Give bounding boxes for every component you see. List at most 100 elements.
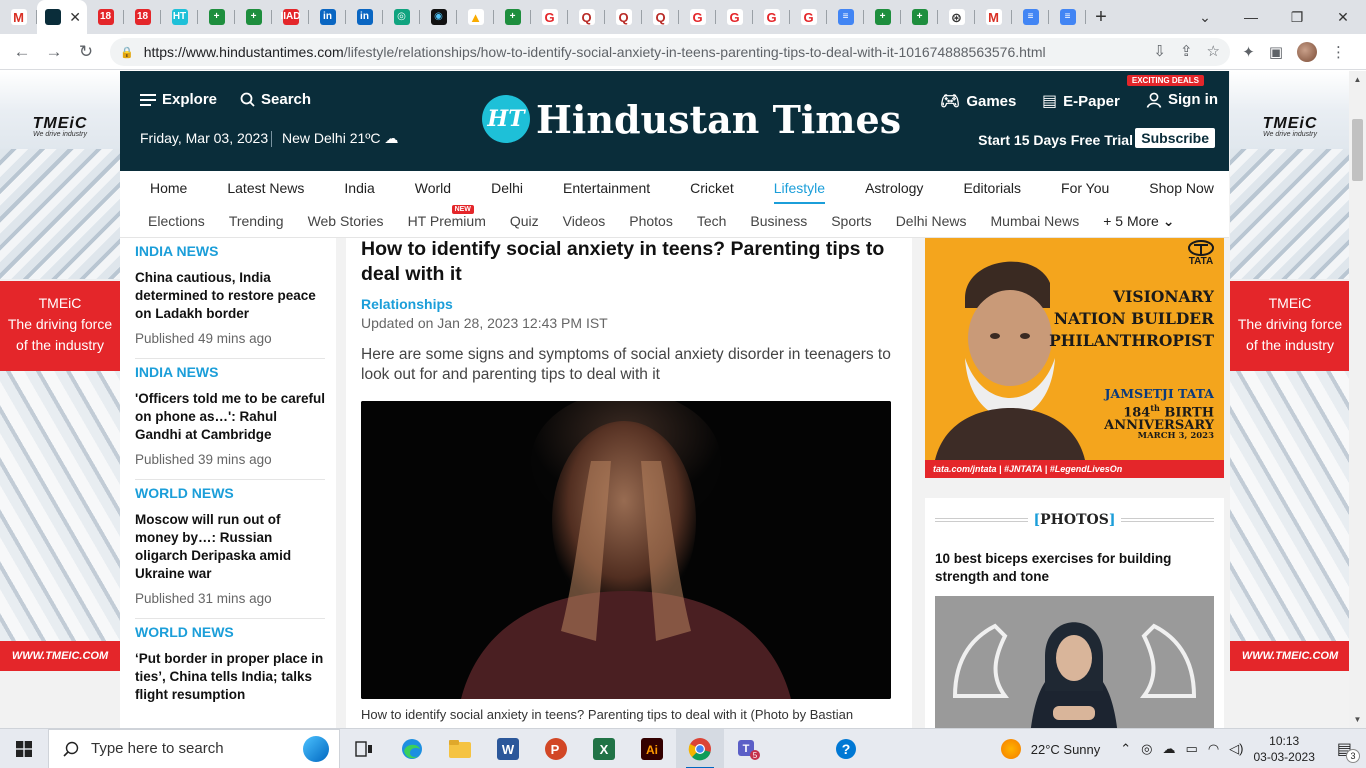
illustrator-icon[interactable]: Ai	[628, 729, 676, 768]
task-view-icon[interactable]	[340, 729, 388, 768]
side-panel-icon[interactable]: ▣	[1269, 43, 1283, 61]
nav-item-india[interactable]: India	[344, 180, 374, 196]
browser-tab[interactable]: Q	[568, 0, 605, 34]
browser-tab[interactable]: ▲	[457, 0, 494, 34]
chrome-icon[interactable]	[676, 728, 724, 768]
browser-tab[interactable]: G	[790, 0, 827, 34]
nav-item-delhi[interactable]: Delhi	[491, 180, 523, 196]
subnav-item-videos[interactable]: Videos	[563, 213, 606, 229]
powerpoint-icon[interactable]: P	[532, 729, 580, 768]
games-link[interactable]: 🎮︎ Games	[940, 91, 1016, 111]
weather-text[interactable]: 22°C Sunny	[1031, 742, 1101, 757]
browser-tab[interactable]: +	[864, 0, 901, 34]
wifi-icon[interactable]: ◠	[1208, 741, 1219, 757]
clock[interactable]: 10:13 03-03-2023	[1253, 733, 1314, 765]
browser-tab[interactable]: +	[494, 0, 531, 34]
minimize-icon[interactable]: —	[1228, 0, 1274, 34]
browser-tab[interactable]: M	[975, 0, 1012, 34]
subnav-item-quiz[interactable]: Quiz	[510, 213, 539, 229]
photo-story-image[interactable]	[935, 596, 1214, 728]
close-tab-icon[interactable]: ✕	[69, 9, 81, 26]
onedrive-icon[interactable]: ☁	[1163, 741, 1176, 757]
extensions-puzzle-icon[interactable]: ✦	[1242, 43, 1255, 61]
browser-tab[interactable]: M	[0, 0, 37, 34]
tray-overflow-icon[interactable]: ⌃	[1120, 741, 1131, 757]
side-ad-right[interactable]: TMEiC We drive industry TMEiC The drivin…	[1230, 71, 1350, 671]
more-nav-button[interactable]: + 5 More ⌄	[1103, 213, 1174, 230]
browser-tab[interactable]: +	[198, 0, 235, 34]
epaper-link[interactable]: ▤ E-Paper	[1042, 91, 1120, 111]
nav-item-world[interactable]: World	[415, 180, 451, 196]
article-section-link[interactable]: Relationships	[361, 296, 897, 312]
subnav-item-delhi-news[interactable]: Delhi News	[896, 213, 967, 229]
forward-icon[interactable]: →	[38, 42, 70, 62]
bookmark-star-icon[interactable]: ☆	[1207, 42, 1220, 60]
subnav-item-tech[interactable]: Tech	[697, 213, 727, 229]
restore-icon[interactable]: ❐	[1274, 0, 1320, 34]
meet-now-icon[interactable]: ◎	[1141, 741, 1152, 757]
browser-tab[interactable]: Q	[642, 0, 679, 34]
nav-item-editorials[interactable]: Editorials	[963, 180, 1021, 196]
browser-tab[interactable]: ≡	[827, 0, 864, 34]
browser-tab[interactable]: G	[716, 0, 753, 34]
file-explorer-icon[interactable]	[436, 729, 484, 768]
news-category[interactable]: WORLD NEWS	[135, 624, 325, 640]
news-list-item[interactable]: WORLD NEWS ‘Put border in proper place in…	[135, 619, 325, 724]
subnav-item-web-stories[interactable]: Web Stories	[308, 213, 384, 229]
chrome-menu-icon[interactable]: ⋮	[1331, 43, 1346, 61]
browser-tab[interactable]: HT	[161, 0, 198, 34]
url-field[interactable]: 🔒 https://www.hindustantimes.com/lifesty…	[110, 38, 1230, 66]
news-category[interactable]: INDIA NEWS	[135, 243, 325, 259]
page-scrollbar[interactable]: ▲ ▼	[1349, 71, 1366, 728]
site-logo[interactable]: HT Hindustan Times	[482, 95, 901, 143]
browser-tab[interactable]: ◎	[383, 0, 420, 34]
close-window-icon[interactable]: ✕	[1320, 0, 1366, 34]
nav-item-home[interactable]: Home	[150, 180, 187, 196]
news-category[interactable]: WORLD NEWS	[135, 485, 325, 501]
bing-icon[interactable]	[303, 735, 329, 762]
back-icon[interactable]: ←	[6, 42, 38, 62]
subnav-item-mumbai-news[interactable]: Mumbai News	[991, 213, 1080, 229]
news-title[interactable]: China cautious, India determined to rest…	[135, 269, 325, 323]
explore-button[interactable]: Explore	[140, 91, 217, 108]
browser-tab[interactable]: G	[753, 0, 790, 34]
weather-sun-icon[interactable]	[1000, 739, 1021, 759]
nav-item-shop-now[interactable]: Shop Now	[1149, 180, 1214, 196]
news-list-item[interactable]: WORLD NEWS Moscow will run out of money b…	[135, 480, 325, 619]
scrollbar-thumb[interactable]	[1352, 119, 1363, 181]
nav-item-for-you[interactable]: For You	[1061, 180, 1109, 196]
browser-tab[interactable]: 18	[124, 0, 161, 34]
reload-icon[interactable]: ↻	[70, 42, 102, 62]
notifications-icon[interactable]: ▤ 3	[1337, 739, 1360, 763]
browser-tab[interactable]: 18	[87, 0, 124, 34]
subnav-item-trending[interactable]: Trending	[229, 213, 284, 229]
subscribe-button[interactable]: Subscribe	[1135, 128, 1215, 148]
excel-icon[interactable]: X	[580, 729, 628, 768]
help-icon[interactable]: ?	[822, 729, 870, 768]
nav-item-astrology[interactable]: Astrology	[865, 180, 923, 196]
subnav-item-business[interactable]: Business	[750, 213, 807, 229]
news-list-item[interactable]: INDIA NEWS China cautious, India determin…	[135, 238, 325, 359]
browser-tab[interactable]: in	[346, 0, 383, 34]
edge-icon[interactable]	[388, 729, 436, 768]
word-icon[interactable]: W	[484, 729, 532, 768]
nav-item-lifestyle[interactable]: Lifestyle	[773, 180, 826, 204]
scroll-down-icon[interactable]: ▼	[1349, 711, 1366, 728]
side-ad-left[interactable]: TMEiC We drive industry TMEiC The drivin…	[0, 71, 120, 671]
browser-tab[interactable]: G	[679, 0, 716, 34]
subnav-item-photos[interactable]: Photos	[629, 213, 673, 229]
browser-tab[interactable]: ◉	[420, 0, 457, 34]
subnav-item-sports[interactable]: Sports	[831, 213, 871, 229]
battery-icon[interactable]: ▭	[1186, 741, 1198, 757]
news-category[interactable]: INDIA NEWS	[135, 364, 325, 380]
browser-tab[interactable]: +	[235, 0, 272, 34]
browser-tab[interactable]: IIAD	[272, 0, 309, 34]
profile-avatar[interactable]	[1297, 42, 1317, 62]
nav-item-latest-news[interactable]: Latest News	[227, 180, 304, 196]
news-list-item[interactable]: INDIA NEWS 'Officers told me to be carefu…	[135, 359, 325, 480]
taskbar-search-input[interactable]: Type here to search	[48, 728, 340, 768]
subnav-item-ht-premium[interactable]: HT Premium NEW	[408, 205, 486, 229]
browser-tab[interactable]: +	[901, 0, 938, 34]
browser-tab[interactable]: ✕	[37, 0, 87, 34]
browser-tab[interactable]: ⊛	[938, 0, 975, 34]
